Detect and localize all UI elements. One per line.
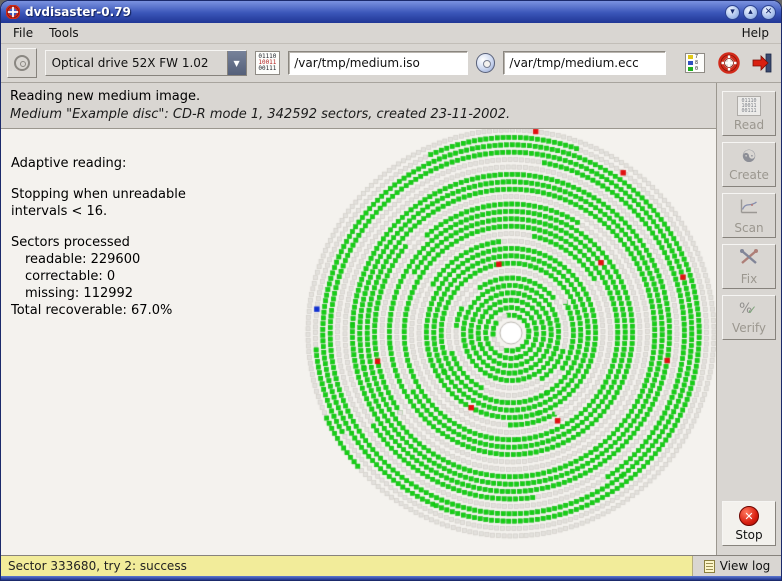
- stop-button-label: Stop: [735, 528, 762, 542]
- drive-combobox-value: Optical drive 52X FW 1.02: [46, 51, 227, 75]
- missing-count: missing: 112992: [11, 285, 186, 302]
- preferences-button[interactable]: 7 8 0: [682, 50, 708, 76]
- readable-count: readable: 229600: [11, 251, 186, 268]
- read-button[interactable]: 01110 10011 00111 Read: [722, 91, 776, 136]
- menubar: File Tools Help: [1, 23, 781, 44]
- disc-icon: [14, 55, 30, 71]
- view-log-button[interactable]: View log: [693, 556, 781, 576]
- color-chip: [688, 55, 693, 59]
- verify-icon: % ✓: [739, 301, 759, 319]
- view-log-label: View log: [720, 559, 771, 573]
- minimize-button[interactable]: ▾: [725, 5, 740, 20]
- adaptive-heading: Adaptive reading:: [11, 155, 186, 172]
- spacer: [11, 220, 186, 234]
- maximize-icon: ▴: [748, 6, 753, 19]
- scan-button[interactable]: Scan: [722, 193, 776, 238]
- app-window: dvdisaster-0.79 ▾ ▴ ✕ File Tools Help Op…: [0, 0, 782, 581]
- preferences-icon: 7 8 0: [685, 53, 705, 73]
- fix-button-label: Fix: [741, 272, 757, 286]
- prefs-digit: 0: [695, 67, 698, 72]
- fix-button[interactable]: Fix: [722, 244, 776, 289]
- app-icon: [6, 5, 20, 19]
- prefs-digit: 7: [695, 55, 698, 60]
- binary-row: 00111: [741, 109, 756, 114]
- quit-icon: [751, 52, 773, 74]
- create-button-label: Create: [729, 168, 769, 182]
- maximize-button[interactable]: ▴: [743, 5, 758, 20]
- ecc-path-input[interactable]: [503, 51, 666, 75]
- check-glyph: ✓: [747, 303, 757, 317]
- binary-row: 00111: [258, 66, 276, 72]
- prefs-digit: 8: [695, 61, 698, 66]
- scan-chart-icon: [739, 197, 759, 219]
- stopping-line-2: intervals < 16.: [11, 203, 186, 220]
- total-recoverable: Total recoverable: 67.0%: [11, 302, 186, 319]
- chevron-down-icon[interactable]: ▼: [227, 51, 246, 75]
- window-bottom-frame: [1, 576, 781, 580]
- stop-button[interactable]: ✕ Stop: [722, 501, 776, 546]
- stopping-line-1: Stopping when unreadable: [11, 186, 186, 203]
- stop-icon: ✕: [739, 506, 759, 526]
- sectors-heading: Sectors processed: [11, 234, 186, 251]
- close-icon: ✕: [765, 6, 773, 19]
- color-chip: [688, 61, 693, 65]
- status-area: Reading new medium image. Medium "Exampl…: [1, 83, 716, 129]
- toolbar: Optical drive 52X FW 1.02 ▼ 01110 10011 …: [1, 44, 781, 83]
- scan-button-label: Scan: [734, 221, 763, 235]
- help-button[interactable]: [716, 50, 742, 76]
- log-file-icon: [704, 560, 715, 573]
- medium-spiral-canvas: [301, 129, 716, 543]
- fix-tools-icon: [739, 248, 759, 270]
- yin-yang-icon: ☯: [741, 148, 756, 166]
- correctable-count: correctable: 0: [11, 268, 186, 285]
- life-ring-icon: [718, 52, 740, 74]
- main-panel: Adaptive reading: Stopping when unreadab…: [1, 129, 716, 555]
- create-button[interactable]: ☯ Create: [722, 142, 776, 187]
- drive-combobox[interactable]: Optical drive 52X FW 1.02 ▼: [45, 50, 247, 76]
- preferences-icon-row: 8: [688, 61, 702, 66]
- color-chip: [688, 67, 693, 71]
- left-column: Reading new medium image. Medium "Exampl…: [1, 83, 716, 555]
- titlebar[interactable]: dvdisaster-0.79 ▾ ▴ ✕: [1, 1, 781, 23]
- menu-help[interactable]: Help: [734, 24, 777, 42]
- status-line-1: Reading new medium image.: [10, 88, 707, 106]
- reading-info-panel: Adaptive reading: Stopping when unreadab…: [11, 155, 186, 319]
- spacer: [11, 172, 186, 186]
- status-line-2: Medium "Example disc": CD-R mode 1, 3425…: [10, 106, 707, 124]
- verify-button[interactable]: % ✓ Verify: [722, 295, 776, 340]
- close-button[interactable]: ✕: [761, 5, 776, 20]
- read-button-label: Read: [734, 118, 764, 132]
- iso-path-input[interactable]: [288, 51, 467, 75]
- menu-tools[interactable]: Tools: [41, 24, 87, 42]
- action-sidebar: 01110 10011 00111 Read ☯ Create: [716, 83, 781, 555]
- preferences-icon-row: 0: [688, 67, 702, 72]
- preferences-icon-row: 7: [688, 55, 702, 60]
- content-row: Reading new medium image. Medium "Exampl…: [1, 83, 781, 555]
- drive-select-button[interactable]: [7, 48, 37, 78]
- window-title: dvdisaster-0.79: [25, 5, 722, 19]
- x-glyph: ✕: [744, 511, 753, 522]
- ecc-file-icon: [476, 53, 496, 73]
- minimize-icon: ▾: [730, 6, 735, 19]
- menu-file[interactable]: File: [5, 24, 41, 42]
- verify-button-label: Verify: [732, 321, 766, 335]
- image-file-icon: 01110 10011 00111: [255, 51, 281, 75]
- statusbar: Sector 333680, try 2: success View log: [1, 555, 781, 576]
- read-binary-icon: 01110 10011 00111: [737, 96, 761, 116]
- status-message: Sector 333680, try 2: success: [1, 556, 693, 576]
- quit-button[interactable]: [749, 50, 775, 76]
